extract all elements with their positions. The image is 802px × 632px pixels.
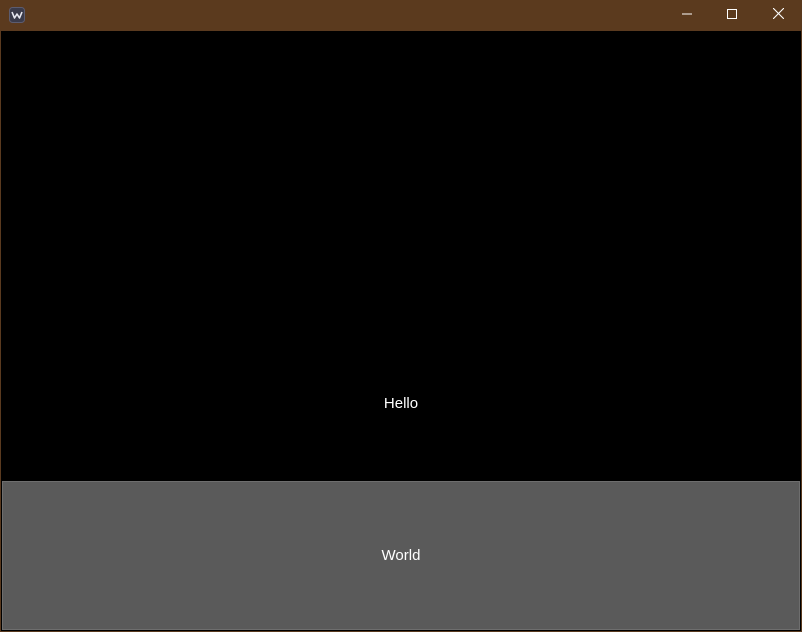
maximize-button[interactable] bbox=[709, 0, 755, 30]
close-button[interactable] bbox=[755, 0, 801, 30]
hello-label: Hello bbox=[383, 395, 419, 412]
minimize-icon bbox=[682, 6, 692, 24]
world-button-label: World bbox=[381, 547, 421, 564]
close-icon bbox=[772, 6, 784, 24]
maximize-icon bbox=[727, 6, 737, 24]
minimize-button[interactable] bbox=[664, 0, 710, 30]
title-bar[interactable] bbox=[0, 0, 802, 30]
app-content: Hello World bbox=[1, 31, 801, 631]
app-window: Hello World bbox=[0, 0, 802, 632]
kivy-app-icon bbox=[9, 7, 25, 23]
world-button[interactable]: World bbox=[2, 481, 800, 630]
